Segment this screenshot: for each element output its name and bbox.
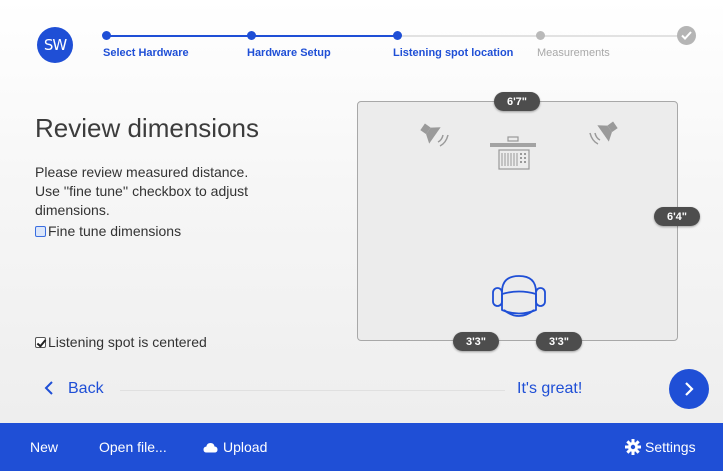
check-icon	[677, 26, 696, 45]
cloud-icon	[203, 442, 218, 452]
left-offset-label: 3'3"	[453, 332, 499, 351]
step-label-listening-spot[interactable]: Listening spot location	[393, 47, 513, 59]
gear-icon	[625, 439, 641, 455]
settings-button[interactable]: Settings	[625, 439, 696, 455]
step-label-measurements: Measurements	[537, 47, 610, 59]
right-offset-label: 3'3"	[536, 332, 582, 351]
room-width-label: 6'7"	[494, 92, 540, 111]
page-description: Please review measured distance. Use ''f…	[35, 164, 249, 218]
centered-label[interactable]: Listening spot is centered	[48, 334, 207, 350]
open-file-button[interactable]: Open file...	[99, 439, 167, 455]
step-dot-listening-spot	[393, 31, 402, 40]
next-button[interactable]	[669, 369, 709, 409]
fine-tune-checkbox[interactable]	[35, 225, 46, 237]
progress-stepper: Select Hardware Hardware Setup Listening…	[0, 0, 723, 70]
step-dot-hardware-setup	[247, 31, 256, 40]
new-button[interactable]: New	[30, 439, 58, 455]
upload-label[interactable]: Upload	[223, 439, 267, 455]
upload-button[interactable]: Upload	[203, 439, 267, 455]
chair-icon	[492, 275, 546, 317]
centered-checkbox-row[interactable]: Listening spot is centered	[35, 334, 207, 350]
left-speaker-icon	[420, 123, 449, 147]
step-label-select-hardware[interactable]: Select Hardware	[103, 47, 189, 59]
centered-checkbox[interactable]	[35, 336, 46, 348]
confirm-button[interactable]: It's great!	[517, 380, 582, 398]
fine-tune-label[interactable]: Fine tune dimensions	[48, 223, 181, 239]
page-title: Review dimensions	[35, 113, 259, 143]
room-diagram	[357, 101, 678, 341]
back-button[interactable]: Back	[68, 380, 104, 398]
nav-divider	[120, 390, 505, 391]
step-label-hardware-setup[interactable]: Hardware Setup	[247, 47, 331, 59]
sound-device-icon	[490, 136, 536, 170]
chevron-right-icon	[685, 382, 694, 396]
bottom-toolbar: New Open file... Upload Settings	[0, 423, 723, 471]
fine-tune-checkbox-row[interactable]: Fine tune dimensions	[35, 223, 181, 239]
chevron-left-icon[interactable]	[44, 381, 54, 400]
main-panel: SW Select Hardware Hardware Setup Listen…	[0, 0, 723, 423]
step-dot-select-hardware	[102, 31, 111, 40]
room-depth-label: 6'4"	[654, 207, 700, 226]
settings-label[interactable]: Settings	[645, 439, 696, 455]
right-speaker-icon	[589, 121, 618, 145]
step-dot-measurements	[536, 31, 545, 40]
